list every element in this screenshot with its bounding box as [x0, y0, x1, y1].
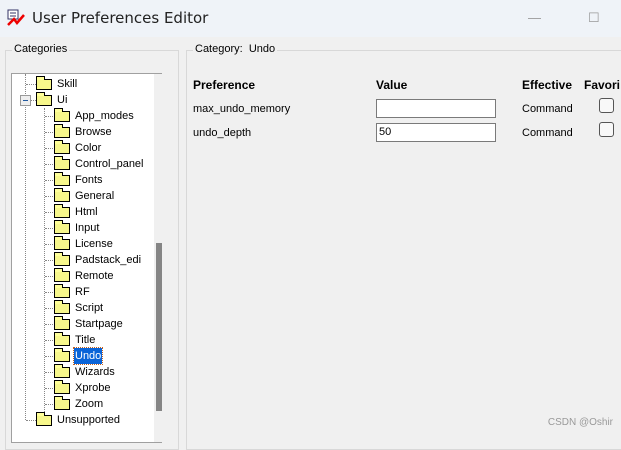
header-favorite: Favori	[584, 78, 621, 92]
app-icon	[7, 9, 25, 26]
folder-icon	[54, 332, 70, 346]
folder-icon	[54, 204, 70, 218]
tree-node-label: RF	[75, 286, 90, 298]
tree-node-label: Zoom	[75, 398, 104, 410]
tree-node-label: Title	[75, 334, 96, 346]
folder-icon	[54, 300, 70, 314]
effective-text: Command	[522, 127, 573, 139]
favorite-checkbox[interactable]	[599, 98, 614, 113]
pref-name: max_undo_memory	[193, 103, 291, 115]
folder-icon	[54, 236, 70, 250]
folder-icon	[54, 140, 70, 154]
value-input[interactable]	[376, 99, 496, 118]
folder-icon	[54, 284, 70, 298]
tree-node-label: License	[75, 238, 113, 250]
tree-node-label: Browse	[75, 126, 112, 138]
title-bar: User Preferences Editor — ☐	[0, 0, 621, 37]
tree-node-label: Skill	[57, 78, 78, 90]
category-heading: Category: Undo	[193, 43, 278, 55]
folder-icon	[36, 76, 52, 90]
tree-node-label: Xprobe	[75, 382, 111, 394]
folder-icon	[54, 380, 70, 394]
folder-icon	[54, 108, 70, 122]
tree-node-label: App_modes	[75, 110, 134, 122]
folder-icon	[54, 156, 70, 170]
folder-icon	[54, 172, 70, 186]
scrollbar-thumb[interactable]	[156, 243, 162, 411]
pref-name: undo_depth	[193, 127, 252, 139]
header-preference: Preference	[193, 78, 256, 92]
folder-icon	[54, 396, 70, 410]
folder-icon	[36, 412, 52, 426]
folder-icon	[54, 220, 70, 234]
window-title: User Preferences Editor	[32, 9, 209, 27]
tree-node-label: Padstack_edi	[75, 254, 142, 266]
effective-text: Command	[522, 103, 573, 115]
category-name: Undo	[248, 43, 276, 55]
tree-scrollbar[interactable]	[154, 74, 162, 442]
folder-icon	[54, 364, 70, 378]
tree-node-label: Unsupported	[57, 414, 120, 426]
folder-icon	[54, 268, 70, 282]
maximize-button[interactable]: ☐	[588, 10, 600, 26]
category-label: Category:	[195, 43, 243, 55]
tree-node-label: Wizards	[75, 366, 115, 378]
folder-icon	[54, 348, 70, 362]
tree-node-label: Remote	[75, 270, 114, 282]
tree-node-label: Input	[75, 222, 100, 234]
value-input[interactable]: 50	[376, 123, 496, 142]
tree-node-label: Color	[75, 142, 102, 154]
header-value: Value	[376, 78, 408, 92]
tree-node-label: Startpage	[75, 318, 123, 330]
folder-icon	[54, 188, 70, 202]
folder-icon	[54, 124, 70, 138]
category-tree[interactable]: Skill Ui App_modes Browse Color Control_panel…	[11, 73, 162, 443]
watermark: CSDN @Oshir	[547, 417, 613, 428]
tree-node-label: General	[75, 190, 115, 202]
tree-node-label: Ui	[57, 94, 68, 106]
header-effective: Effective	[522, 78, 573, 92]
categories-label: Categories	[12, 43, 70, 55]
tree-node-label: Html	[75, 206, 98, 218]
collapse-icon[interactable]	[20, 95, 31, 106]
folder-icon	[54, 252, 70, 266]
tree-node-label: Control_panel	[75, 158, 144, 170]
tree-node-label: Fonts	[75, 174, 103, 186]
favorite-checkbox[interactable]	[599, 122, 614, 137]
folder-icon	[54, 316, 70, 330]
folder-icon	[36, 92, 52, 106]
tree-node-label: Undo	[72, 347, 104, 365]
tree-node-label: Script	[75, 302, 104, 314]
minimize-button[interactable]: —	[528, 10, 541, 25]
